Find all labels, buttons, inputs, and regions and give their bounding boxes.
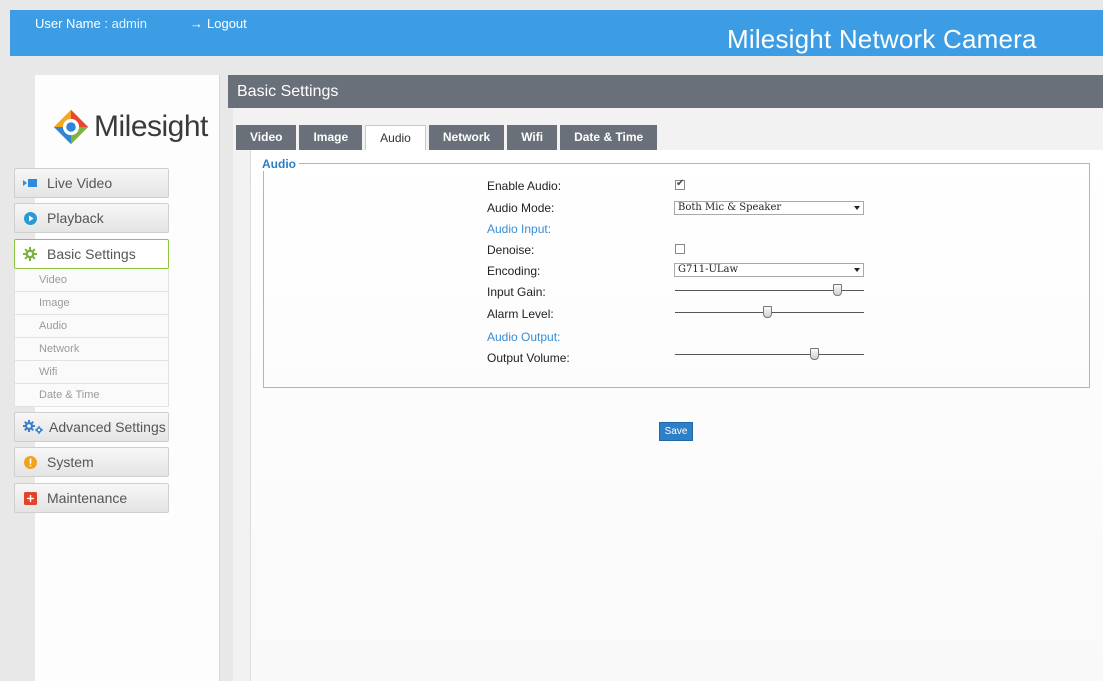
- logout-link[interactable]: → Logout: [190, 16, 247, 31]
- tab-wifi[interactable]: Wifi: [507, 125, 558, 150]
- user-info: User Name : admin: [35, 16, 147, 31]
- subnav-item-wifi[interactable]: Wifi: [14, 361, 169, 384]
- gears-icon: [23, 420, 45, 434]
- plus-icon: [23, 491, 37, 505]
- page-title: Basic Settings: [228, 75, 1103, 108]
- nav-label: System: [47, 454, 94, 470]
- arrow-right-icon: →: [190, 16, 203, 31]
- slider-thumb[interactable]: [762, 306, 772, 318]
- audio-mode-select[interactable]: Both Mic & Speaker: [674, 201, 864, 215]
- top-bar: User Name : admin → Logout Milesight Netw…: [10, 10, 1103, 56]
- nav-label: Live Video: [47, 175, 113, 191]
- nav-live-video[interactable]: Live Video: [14, 168, 169, 198]
- nav-basic-settings[interactable]: Basic Settings: [14, 239, 169, 269]
- tab-video[interactable]: Video: [236, 125, 297, 150]
- tab-bar: Video Image Audio Network Wifi Date & Ti…: [236, 125, 660, 150]
- input-gain-slider[interactable]: [675, 284, 864, 298]
- enable-audio-checkbox[interactable]: ✔: [675, 178, 685, 190]
- chevron-down-icon: [854, 206, 860, 210]
- play-icon: [23, 211, 37, 225]
- subnav-item-network[interactable]: Network: [14, 338, 169, 361]
- section-title: Audio: [262, 157, 299, 171]
- audio-input-heading: Audio Input:: [487, 222, 552, 236]
- chevron-down-icon: [854, 268, 860, 272]
- nav-label: Playback: [47, 210, 104, 226]
- input-gain-label: Input Gain:: [487, 285, 546, 299]
- encoding-select[interactable]: G711-ULaw: [674, 263, 864, 277]
- warning-icon: [23, 455, 37, 469]
- tab-date-time[interactable]: Date & Time: [560, 125, 658, 150]
- milesight-logo-icon: [53, 109, 89, 145]
- user-name-value: admin: [111, 16, 148, 31]
- checkmark-icon: ✔: [676, 178, 685, 189]
- alarm-level-slider[interactable]: [675, 306, 864, 320]
- logo-text: Milesight: [94, 110, 208, 143]
- gear-icon: [23, 247, 37, 261]
- nav-maintenance[interactable]: Maintenance: [14, 483, 169, 513]
- subnav-item-video[interactable]: Video: [14, 269, 169, 292]
- subnav-item-image[interactable]: Image: [14, 292, 169, 315]
- logout-label: Logout: [207, 16, 247, 31]
- encoding-label: Encoding:: [487, 264, 541, 278]
- subnav-item-audio[interactable]: Audio: [14, 315, 169, 338]
- slider-thumb[interactable]: [832, 284, 842, 296]
- output-volume-slider[interactable]: [675, 348, 864, 362]
- nav-label: Maintenance: [47, 490, 128, 506]
- nav-system[interactable]: System: [14, 447, 169, 477]
- subnav-item-date-time[interactable]: Date & Time: [14, 384, 169, 407]
- audio-mode-label: Audio Mode:: [487, 201, 555, 215]
- denoise-label: Denoise:: [487, 243, 535, 257]
- enable-audio-label: Enable Audio:: [487, 179, 562, 193]
- nav-label: Basic Settings: [47, 246, 136, 262]
- audio-output-heading: Audio Output:: [487, 330, 561, 344]
- nav-playback[interactable]: Playback: [14, 203, 169, 233]
- nav-label: Advanced Settings: [49, 419, 166, 435]
- denoise-checkbox[interactable]: [675, 244, 685, 254]
- nav-advanced-settings[interactable]: Advanced Settings: [14, 412, 169, 442]
- slider-thumb[interactable]: [809, 348, 819, 360]
- output-volume-label: Output Volume:: [487, 351, 570, 365]
- video-icon: [23, 176, 37, 190]
- save-button[interactable]: Save: [659, 422, 693, 441]
- brand-title: Milesight Network Camera: [727, 24, 1037, 54]
- user-name-label: User Name :: [35, 16, 108, 31]
- tab-image[interactable]: Image: [299, 125, 363, 150]
- alarm-level-label: Alarm Level:: [487, 307, 554, 321]
- tab-network[interactable]: Network: [428, 125, 505, 150]
- encoding-value: G711-ULaw: [678, 264, 739, 275]
- slider-track: [675, 354, 864, 355]
- logo: Milesight: [52, 107, 208, 147]
- audio-mode-value: Both Mic & Speaker: [678, 202, 782, 213]
- tab-audio[interactable]: Audio: [365, 125, 426, 150]
